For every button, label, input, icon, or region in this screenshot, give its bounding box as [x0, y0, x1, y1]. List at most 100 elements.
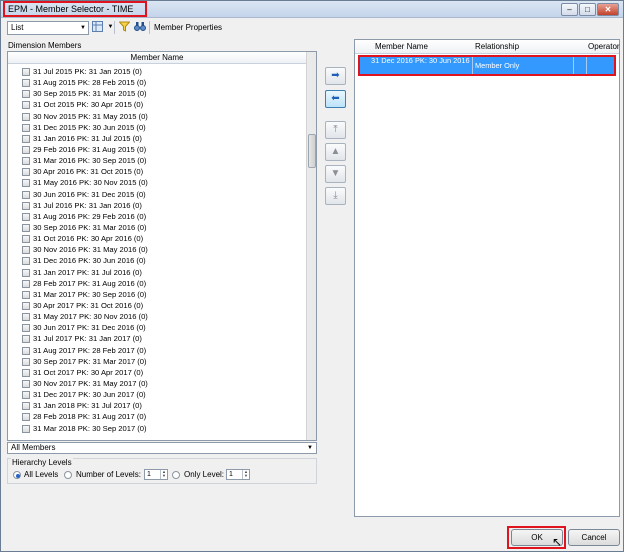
list-item[interactable]: 30 Apr 2017 PK: 31 Oct 2016 (0) — [22, 300, 306, 311]
member-checkbox[interactable] — [22, 145, 30, 154]
column-header-member-name[interactable]: Member Name — [8, 52, 306, 64]
column-header-relationship[interactable]: Relationship — [475, 40, 519, 53]
member-checkbox[interactable] — [22, 190, 30, 199]
list-item[interactable]: 31 Dec 2016 PK: 30 Jun 2016 (0) — [22, 255, 306, 266]
member-checkbox[interactable] — [22, 301, 30, 310]
stepper-arrows-icon[interactable]: ▲ ▼ — [242, 470, 249, 479]
dimension-members-list[interactable]: Member Name 31 Jul 2015 PK: 31 Jan 2015 … — [7, 51, 317, 441]
member-checkbox[interactable] — [22, 90, 30, 99]
only-level-radio[interactable] — [172, 471, 180, 479]
member-checkbox[interactable] — [22, 413, 30, 422]
member-checkbox[interactable] — [22, 123, 30, 132]
member-checkbox[interactable] — [22, 335, 30, 344]
move-bottom-button[interactable]: ⤓ — [325, 187, 346, 205]
member-checkbox[interactable] — [22, 112, 30, 121]
list-item[interactable]: 31 Jul 2015 PK: 31 Jan 2015 (0) — [22, 66, 306, 77]
list-item[interactable]: 30 Sep 2015 PK: 31 Mar 2015 (0) — [22, 88, 306, 99]
column-header-member-name[interactable]: Member Name — [375, 40, 428, 53]
member-checkbox[interactable] — [22, 357, 30, 366]
number-of-levels-stepper[interactable]: 1 ▲ ▼ — [144, 469, 168, 480]
list-item[interactable]: 31 May 2017 PK: 30 Nov 2016 (0) — [22, 311, 306, 322]
view-select[interactable]: List ▼ — [7, 21, 89, 35]
column-header-operator[interactable]: Operator — [588, 40, 620, 53]
member-checkbox[interactable] — [22, 290, 30, 299]
list-item[interactable]: 31 May 2016 PK: 30 Nov 2015 (0) — [22, 177, 306, 188]
member-checkbox[interactable] — [22, 268, 30, 277]
find-icon[interactable] — [133, 21, 146, 34]
chevron-down-icon[interactable]: ▼ — [104, 21, 117, 34]
list-item[interactable]: 30 Nov 2017 PK: 31 May 2017 (0) — [22, 378, 306, 389]
filter-icon[interactable] — [118, 21, 131, 34]
member-checkbox[interactable] — [22, 68, 30, 76]
member-checkbox[interactable] — [22, 212, 30, 221]
member-properties-button[interactable]: Member Properties — [154, 23, 222, 32]
list-item[interactable]: 31 Jan 2018 PK: 31 Jul 2017 (0) — [22, 400, 306, 411]
list-item[interactable]: 29 Feb 2016 PK: 31 Aug 2015 (0) — [22, 144, 306, 155]
list-item[interactable]: 31 Jul 2017 PK: 31 Jan 2017 (0) — [22, 333, 306, 344]
cancel-button[interactable]: Cancel — [568, 529, 620, 546]
member-checkbox[interactable] — [22, 223, 30, 232]
selected-member-relationship[interactable]: Member Only — [475, 61, 519, 70]
list-item[interactable]: 30 Apr 2016 PK: 31 Oct 2015 (0) — [22, 166, 306, 177]
selected-members-list[interactable]: Member Name Relationship Operator 31 Dec… — [354, 39, 620, 517]
list-item[interactable]: 30 Nov 2015 PK: 31 May 2015 (0) — [22, 111, 306, 122]
member-checkbox[interactable] — [22, 402, 30, 411]
member-checkbox[interactable] — [22, 157, 30, 166]
member-checkbox[interactable] — [22, 391, 30, 400]
list-item[interactable]: 30 Nov 2016 PK: 31 May 2016 (0) — [22, 244, 306, 255]
member-checkbox[interactable] — [22, 424, 30, 433]
member-checkbox[interactable] — [22, 246, 30, 255]
member-checkbox[interactable] — [22, 257, 30, 266]
list-item[interactable]: 31 Mar 2018 PK: 30 Sep 2017 (0) — [22, 423, 306, 434]
list-item[interactable]: 31 Dec 2017 PK: 30 Jun 2017 (0) — [22, 389, 306, 400]
selected-member-row[interactable]: 31 Dec 2016 PK: 30 Jun 2016 Member Only — [360, 57, 614, 74]
stepper-arrows-icon[interactable]: ▲ ▼ — [160, 470, 167, 479]
member-checkbox[interactable] — [22, 235, 30, 244]
move-down-button[interactable]: ▼ — [325, 165, 346, 183]
list-item[interactable]: 30 Sep 2017 PK: 31 Mar 2017 (0) — [22, 356, 306, 367]
list-item[interactable]: 31 Jan 2017 PK: 31 Jul 2016 (0) — [22, 267, 306, 278]
member-checkbox[interactable] — [22, 179, 30, 188]
member-checkbox[interactable] — [22, 346, 30, 355]
move-top-button[interactable]: ⤒ — [325, 121, 346, 139]
member-checkbox[interactable] — [22, 379, 30, 388]
member-checkbox[interactable] — [22, 368, 30, 377]
list-item[interactable]: 30 Jun 2016 PK: 31 Dec 2015 (0) — [22, 189, 306, 200]
list-item[interactable]: 31 Jul 2016 PK: 31 Jan 2016 (0) — [22, 200, 306, 211]
add-member-button[interactable]: ➡ — [325, 67, 346, 85]
member-checkbox[interactable] — [22, 134, 30, 143]
scrollbar-thumb[interactable] — [308, 134, 316, 168]
member-checkbox[interactable] — [22, 279, 30, 288]
move-up-button[interactable]: ▲ — [325, 143, 346, 161]
maximize-button[interactable]: □ — [579, 3, 596, 16]
members-filter-select[interactable]: All Members ▼ — [7, 442, 317, 454]
vertical-scrollbar[interactable] — [306, 52, 316, 440]
list-item[interactable]: 31 Jan 2016 PK: 31 Jul 2015 (0) — [22, 133, 306, 144]
list-item[interactable]: 31 Aug 2016 PK: 29 Feb 2016 (0) — [22, 211, 306, 222]
only-level-stepper[interactable]: 1 ▲ ▼ — [226, 469, 250, 480]
member-checkbox[interactable] — [22, 201, 30, 210]
list-item[interactable]: 28 Feb 2018 PK: 31 Aug 2017 (0) — [22, 411, 306, 422]
list-item[interactable]: 31 Mar 2017 PK: 30 Sep 2016 (0) — [22, 289, 306, 300]
list-item[interactable]: 31 Oct 2017 PK: 30 Apr 2017 (0) — [22, 367, 306, 378]
member-checkbox[interactable] — [22, 313, 30, 322]
list-item[interactable]: 30 Jun 2017 PK: 31 Dec 2016 (0) — [22, 322, 306, 333]
list-item[interactable]: 28 Feb 2017 PK: 31 Aug 2016 (0) — [22, 278, 306, 289]
member-checkbox[interactable] — [22, 324, 30, 333]
member-checkbox[interactable] — [22, 79, 30, 88]
number-of-levels-radio[interactable] — [64, 471, 72, 479]
list-item[interactable]: 31 Dec 2015 PK: 30 Jun 2015 (0) — [22, 122, 306, 133]
list-item[interactable]: 30 Sep 2016 PK: 31 Mar 2016 (0) — [22, 222, 306, 233]
member-checkbox[interactable] — [22, 101, 30, 110]
list-item[interactable]: 31 Aug 2015 PK: 28 Feb 2015 (0) — [22, 77, 306, 88]
list-item[interactable]: 31 Oct 2015 PK: 30 Apr 2015 (0) — [22, 99, 306, 110]
minimize-button[interactable]: – — [561, 3, 578, 16]
table-view-icon[interactable] — [91, 21, 104, 34]
all-levels-radio[interactable] — [13, 471, 21, 479]
close-button[interactable]: ✕ — [597, 3, 619, 16]
list-item[interactable]: 31 Mar 2016 PK: 30 Sep 2015 (0) — [22, 155, 306, 166]
remove-member-button[interactable]: ⬅ — [325, 90, 346, 108]
list-item[interactable]: 31 Aug 2017 PK: 28 Feb 2017 (0) — [22, 345, 306, 356]
list-item[interactable]: 31 Oct 2016 PK: 30 Apr 2016 (0) — [22, 233, 306, 244]
member-checkbox[interactable] — [22, 168, 30, 177]
